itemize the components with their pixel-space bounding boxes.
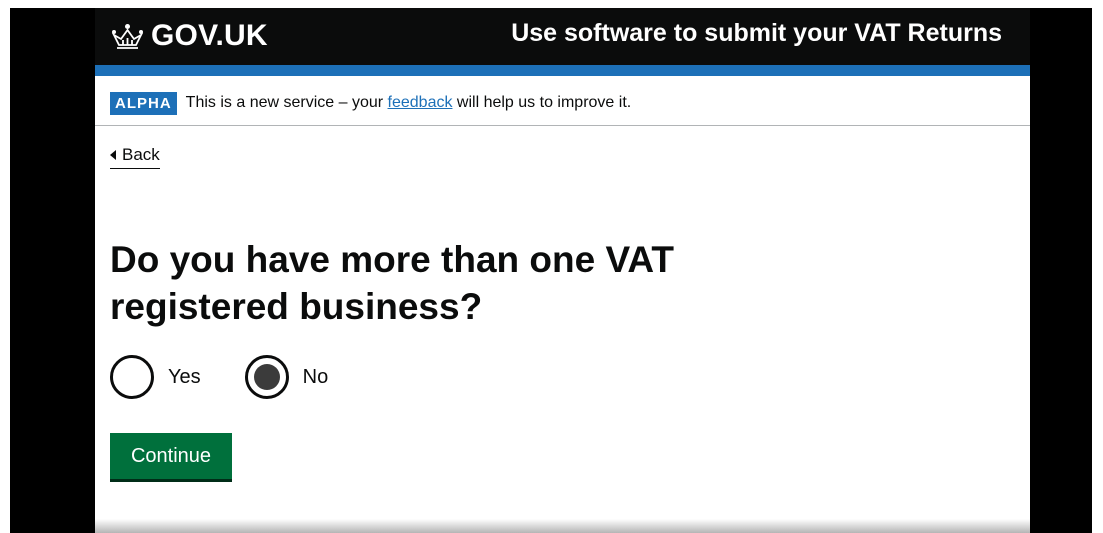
banner-divider xyxy=(95,125,1030,126)
back-link[interactable]: Back xyxy=(110,145,160,169)
continue-button[interactable]: Continue xyxy=(110,433,232,479)
question-heading: Do you have more than one VAT registered… xyxy=(110,239,674,327)
phase-banner-text-before: This is a new service – your xyxy=(185,94,388,111)
header-blue-stripe xyxy=(95,65,1030,76)
triangle-left-icon xyxy=(110,150,116,160)
logo-text: GOV.UK xyxy=(151,19,268,52)
page: GOV.UK Use software to submit your VAT R… xyxy=(95,8,1030,533)
govuk-logo[interactable]: GOV.UK xyxy=(111,17,268,55)
radio-no-label: No xyxy=(302,365,329,388)
back-link-label: Back xyxy=(122,145,160,164)
crown-icon xyxy=(111,23,144,49)
radio-no-circle[interactable] xyxy=(244,355,289,399)
phase-tag: ALPHA xyxy=(110,91,177,115)
service-name[interactable]: Use software to submit your VAT Returns xyxy=(511,21,1002,46)
site-header: GOV.UK Use software to submit your VAT R… xyxy=(95,8,1030,65)
phase-banner-text-after: will help us to improve it. xyxy=(452,94,632,111)
feedback-link[interactable]: feedback xyxy=(388,94,453,111)
radio-yes-label: Yes xyxy=(168,365,201,388)
radio-yes[interactable]: Yes xyxy=(110,355,201,399)
phase-banner-text: This is a new service – your feedback wi… xyxy=(186,94,632,112)
radio-no[interactable]: No xyxy=(244,355,329,399)
radio-yes-circle[interactable] xyxy=(110,355,154,399)
bottom-shade xyxy=(95,519,1030,533)
radio-group: Yes No xyxy=(110,355,328,399)
phase-banner: ALPHA This is a new service – your feedb… xyxy=(110,88,631,118)
